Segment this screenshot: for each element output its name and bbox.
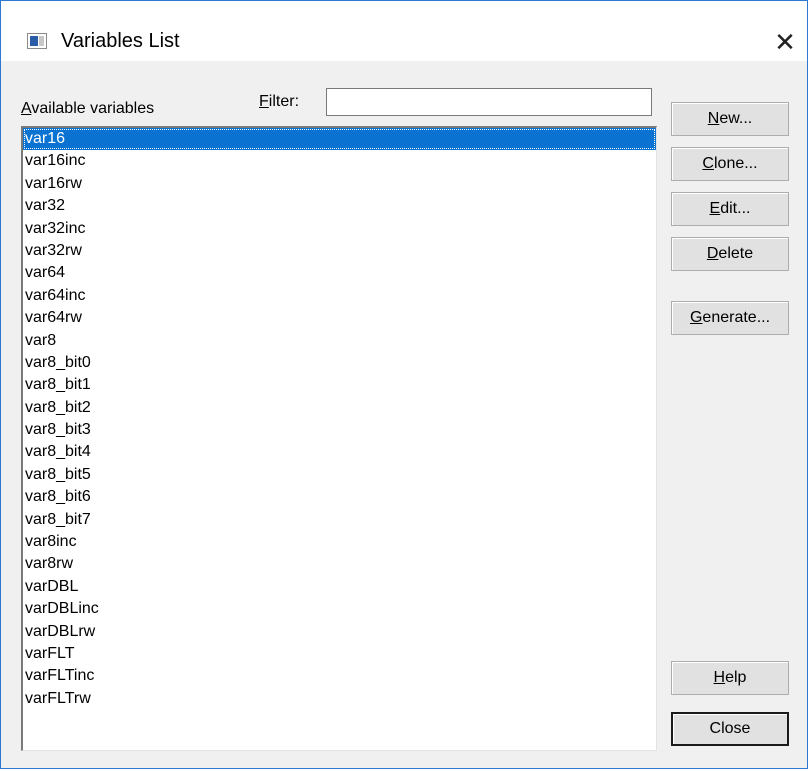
list-item[interactable]: var8rw [23, 553, 656, 575]
variables-list-dialog: Variables List ✕ Available variables Fil… [0, 0, 808, 769]
close-window-icon[interactable]: ✕ [763, 25, 807, 59]
list-item[interactable]: var64rw [23, 307, 656, 329]
list-item[interactable]: var64 [23, 262, 656, 284]
generate-button[interactable]: Generate... [671, 301, 789, 335]
filter-input[interactable] [326, 88, 652, 116]
new-button[interactable]: New... [671, 102, 789, 136]
list-item[interactable]: var8 [23, 330, 656, 352]
list-item[interactable]: var8_bit6 [23, 486, 656, 508]
list-item[interactable]: var8_bit2 [23, 397, 656, 419]
list-item[interactable]: var8_bit7 [23, 509, 656, 531]
window-title: Variables List [61, 30, 180, 52]
app-icon [27, 33, 47, 49]
list-item[interactable]: var8_bit5 [23, 464, 656, 486]
list-item[interactable]: varFLT [23, 643, 656, 665]
list-item[interactable]: varDBLinc [23, 598, 656, 620]
edit-button[interactable]: Edit... [671, 192, 789, 226]
list-item[interactable]: var8inc [23, 531, 656, 553]
delete-button[interactable]: Delete [671, 237, 789, 271]
list-item[interactable]: var8_bit3 [23, 419, 656, 441]
list-item[interactable]: varFLTinc [23, 665, 656, 687]
list-item[interactable]: var16inc [23, 150, 656, 172]
close-button[interactable]: Close [671, 712, 789, 746]
list-item[interactable]: var32 [23, 195, 656, 217]
list-item[interactable]: var64inc [23, 285, 656, 307]
clone-button[interactable]: Clone... [671, 147, 789, 181]
list-item[interactable]: var32rw [23, 240, 656, 262]
list-item[interactable]: var8_bit4 [23, 441, 656, 463]
list-item[interactable]: varDBLrw [23, 621, 656, 643]
filter-label: Filter: [259, 93, 300, 110]
available-variables-label: Available variables [21, 100, 155, 117]
variables-listbox[interactable]: var16 var16inc var16rw var32 var32inc var32rw… [21, 126, 657, 751]
list-item[interactable]: var32inc [23, 218, 656, 240]
help-button[interactable]: Help [671, 661, 789, 695]
list-item[interactable]: var16rw [23, 173, 656, 195]
list-item[interactable]: var16 [23, 128, 656, 151]
list-item[interactable]: var8_bit1 [23, 374, 656, 396]
title-bar[interactable]: Variables List ✕ [1, 1, 807, 61]
list-item[interactable]: var8_bit0 [23, 352, 656, 374]
list-item[interactable]: varFLTrw [23, 688, 656, 710]
list-item[interactable]: varDBL [23, 576, 656, 598]
